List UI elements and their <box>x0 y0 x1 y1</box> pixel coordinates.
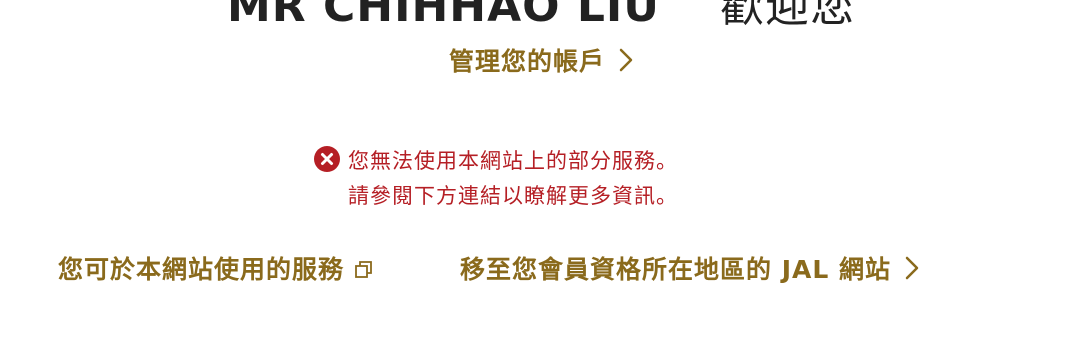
error-circle-icon <box>314 146 340 172</box>
welcome-text: 歡迎您 <box>720 0 856 32</box>
region-jal-site-link[interactable]: 移至您會員資格所在地區的 JAL 網站 <box>460 250 919 286</box>
available-services-link[interactable]: 您可於本網站使用的服務 <box>58 250 374 286</box>
page: MR CHIHHAO LIU 歡迎您 管理您的帳戶 您無法使用本網站上的部分服務。… <box>0 0 1082 342</box>
manage-account-link[interactable]: 管理您的帳戶 <box>0 42 1082 78</box>
error-message-line1: 您無法使用本網站上的部分服務。 <box>348 149 678 173</box>
external-window-icon <box>354 260 374 280</box>
available-services-label: 您可於本網站使用的服務 <box>58 255 345 284</box>
greeting-heading: MR CHIHHAO LIU 歡迎您 <box>0 0 1082 34</box>
error-alert: 您無法使用本網站上的部分服務。 請參閱下方連結以瞭解更多資訊。 <box>314 144 678 214</box>
error-message: 您無法使用本網站上的部分服務。 請參閱下方連結以瞭解更多資訊。 <box>348 144 678 214</box>
chevron-right-icon <box>905 256 919 280</box>
manage-account-label: 管理您的帳戶 <box>448 47 605 76</box>
chevron-right-icon <box>619 48 633 72</box>
greeting-name: MR CHIHHAO LIU <box>226 0 661 32</box>
error-message-line2: 請參閱下方連結以瞭解更多資訊。 <box>348 184 678 208</box>
region-jal-site-label: 移至您會員資格所在地區的 JAL 網站 <box>460 255 891 284</box>
